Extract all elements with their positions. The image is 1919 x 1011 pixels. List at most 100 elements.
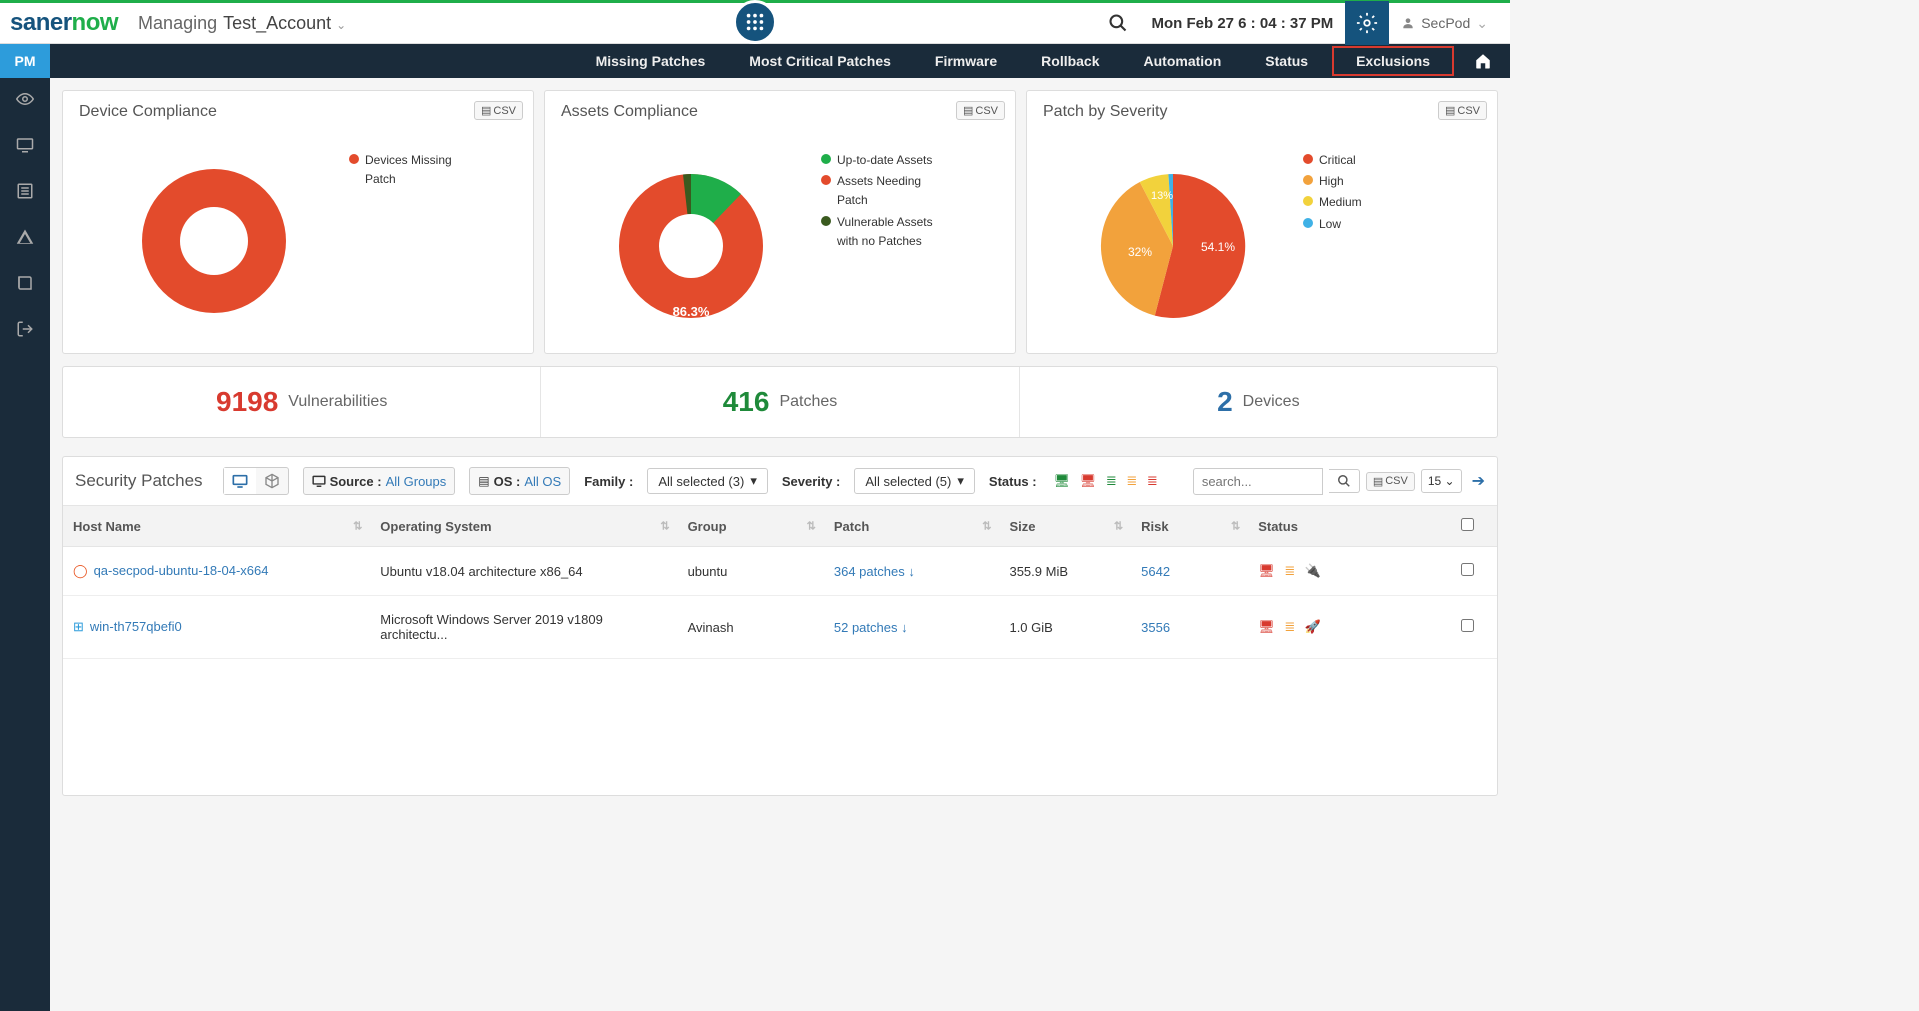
nav-firmware[interactable]: Firmware [913,44,1019,78]
chevron-down-icon: ⌄ [336,18,346,32]
host-link[interactable]: win-th757qbefi0 [90,619,182,634]
search-button[interactable] [1329,469,1360,493]
legend-dot-icon [1303,218,1313,228]
kpi-label: Devices [1243,393,1300,411]
status-green-server-icon[interactable]: ≣ [1103,473,1120,488]
nav-home[interactable] [1456,44,1510,78]
next-arrow-icon[interactable]: ➔ [1468,471,1485,491]
rail-monitor-icon[interactable] [16,136,34,154]
kpi-patches[interactable]: 416 Patches [541,367,1019,437]
kpi-devices[interactable]: 2 Devices [1020,367,1497,437]
rail-list-icon[interactable] [16,182,34,200]
col-checkbox [1438,506,1497,547]
severity-value: All selected (5) [865,474,951,489]
severity-dropdown[interactable]: All selected (5)▾ [854,468,975,494]
orange-server-icon[interactable]: ≣ [1284,619,1295,634]
apps-grid-button[interactable] [733,0,777,44]
rocket-icon[interactable]: 🚀 [1305,619,1321,634]
plug-icon[interactable]: 🔌 [1305,563,1321,578]
col-os[interactable]: Operating System⇅ [370,506,677,547]
account-dropdown[interactable]: Test_Account⌄ [223,13,346,34]
page-size-select[interactable]: 15 ⌄ [1421,469,1462,493]
home-icon [1474,52,1492,70]
status-green-monitor-icon[interactable]: 🖥 [1051,473,1074,488]
nav-rollback[interactable]: Rollback [1019,44,1121,78]
csv-export-button[interactable]: ▤ CSV [1366,472,1415,491]
view-cube[interactable] [256,468,288,494]
patch-link[interactable]: 364 patches ↓ [834,564,915,579]
family-dropdown[interactable]: All selected (3)▾ [647,468,768,494]
card-title: Device Compliance [79,103,517,121]
card-device-compliance: Device Compliance ▤ CSV Devices Missing … [62,90,534,354]
legend-label: Medium [1319,193,1362,212]
status-red-server-icon[interactable]: ≣ [1144,473,1161,488]
col-status[interactable]: Status [1248,506,1438,547]
select-all-checkbox[interactable] [1461,518,1474,531]
search-button[interactable] [1096,13,1140,33]
col-label: Patch [834,519,869,534]
risk-link[interactable]: 3556 [1141,620,1170,635]
csv-label: CSV [1457,105,1480,117]
patch-link[interactable]: 52 patches ↓ [834,620,908,635]
slice-critical: 54.1% [1201,240,1235,254]
csv-button[interactable]: ▤ CSV [1438,101,1487,120]
nav-most-critical[interactable]: Most Critical Patches [727,44,913,78]
col-hostname[interactable]: Host Name⇅ [63,506,370,547]
status-red-monitor-icon[interactable]: 🖥 [1077,473,1100,488]
risk-link[interactable]: 5642 [1141,564,1170,579]
status-orange-server-icon[interactable]: ≣ [1123,473,1140,488]
user-menu[interactable]: SecPod ⌄ [1389,15,1500,32]
nav-exclusions[interactable]: Exclusions [1332,46,1454,76]
search-icon [1337,474,1351,488]
sort-icon: ⇅ [660,520,669,533]
csv-label: CSV [493,105,516,117]
cell-os: Microsoft Windows Server 2019 v1809 arch… [370,596,677,659]
row-checkbox[interactable] [1461,619,1474,632]
os-filter[interactable]: ▤ OS : All OS [470,468,569,494]
row-checkbox[interactable] [1461,563,1474,576]
view-device[interactable] [224,468,256,494]
kpi-vulnerabilities[interactable]: 9198 Vulnerabilities [63,367,541,437]
kpi-number: 416 [723,386,770,418]
nav-missing-patches[interactable]: Missing Patches [574,44,728,78]
nav-status[interactable]: Status [1243,44,1330,78]
card-patch-severity: Patch by Severity ▤ CSV 54.1% 32% 13% [1026,90,1498,354]
datetime: Mon Feb 27 6 : 04 : 37 PM [1140,15,1346,32]
legend-label: Assets Needing Patch [837,172,937,210]
legend-label: High [1319,172,1344,191]
col-label: Group [688,519,727,534]
col-risk[interactable]: Risk ⇅ [1131,506,1248,547]
rail-logout-icon[interactable] [16,320,34,338]
table-row: ⊞win-th757qbefi0 Microsoft Windows Serve… [63,596,1497,659]
kpi-label: Vulnerabilities [288,393,387,411]
module-badge[interactable]: PM [0,44,50,78]
top-bar: sanernow Managing Test_Account⌄ Mon Feb … [0,0,1510,44]
col-label: Risk [1141,519,1168,534]
legend-label: Low [1319,215,1341,234]
col-group[interactable]: Group⇅ [678,506,824,547]
kpi-number: 9198 [216,386,278,418]
logo-part-b: now [72,9,119,36]
source-filter[interactable]: Source : All Groups [304,468,455,494]
rail-alert-icon[interactable] [16,228,34,246]
legend-dot-icon [1303,196,1313,206]
csv-button[interactable]: ▤ CSV [956,101,1005,120]
red-monitor-icon[interactable]: 🖥 [1258,619,1275,634]
user-name: SecPod [1421,15,1470,31]
download-icon: ↓ [908,564,915,579]
rail-eye-icon[interactable] [16,90,34,108]
cell-os: Ubuntu v18.04 architecture x86_64 [370,547,677,596]
orange-server-icon[interactable]: ≣ [1284,563,1295,578]
csv-button[interactable]: ▤ CSV [474,101,523,120]
view-toggle [223,467,289,495]
search-input[interactable] [1193,468,1323,495]
nav-automation[interactable]: Automation [1122,44,1244,78]
security-patches-card: Security Patches Source : All Groups ▤ O… [62,456,1498,796]
col-patch[interactable]: Patch⇅ [824,506,1000,547]
host-link[interactable]: qa-secpod-ubuntu-18-04-x664 [94,563,269,578]
rail-book-icon[interactable] [16,274,34,292]
sort-icon: ⇅ [1231,520,1240,533]
col-size[interactable]: Size⇅ [999,506,1131,547]
settings-button[interactable] [1345,1,1389,45]
red-monitor-icon[interactable]: 🖥 [1258,563,1275,578]
